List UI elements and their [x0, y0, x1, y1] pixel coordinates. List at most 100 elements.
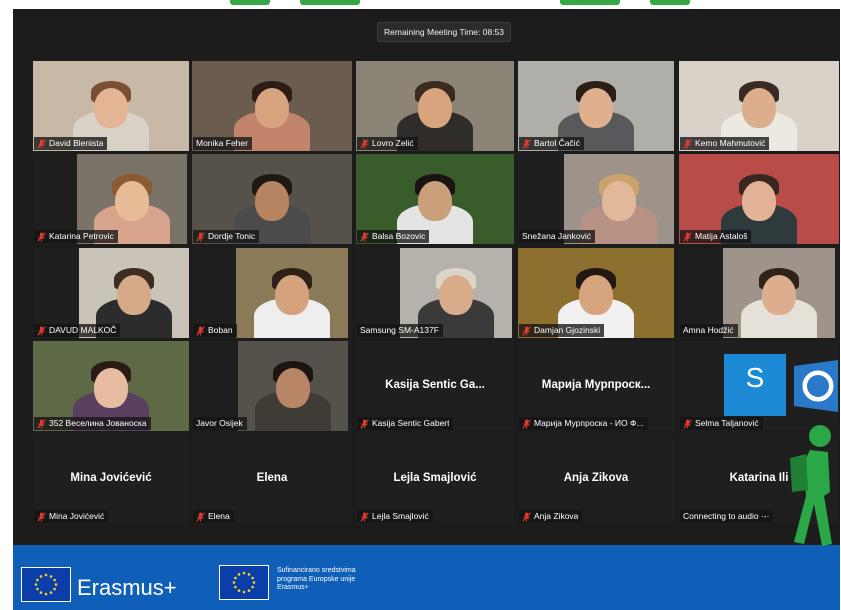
decoration-green [560, 0, 620, 5]
participant-name: 352 Веселина Јованоска [49, 418, 147, 428]
decoration-green [230, 0, 270, 5]
participant-tile[interactable]: Katarina Petrovic [33, 154, 189, 244]
participant-name-label: Matija Astaloš [680, 230, 752, 243]
participant-name: David Blenista [49, 138, 104, 148]
side-logo-letter: S [745, 362, 765, 393]
erasmus-plus-logo-text: Erasmus+ [77, 575, 177, 600]
participant-name: Lovro Zelić [372, 138, 414, 148]
participant-name: Kasija Sentic Gabert [372, 418, 450, 428]
participant-tile[interactable]: DAVUD MALKOČ [33, 248, 189, 338]
muted-microphone-icon [37, 138, 46, 149]
muted-microphone-icon [196, 325, 205, 336]
participant-name-label: Марија Мурпроска - ИО Ф... [519, 417, 648, 430]
participant-name: Javor Osijek [196, 418, 243, 428]
participant-name: Connecting to audio ·‑· [683, 511, 770, 521]
muted-microphone-icon [360, 231, 369, 242]
participant-tile[interactable]: Mina Jovićević Mina Jovićević [33, 434, 189, 524]
participant-tile[interactable]: Javor Osijek [192, 341, 352, 431]
hiking-club-emblem-icon [788, 358, 841, 414]
participant-tile[interactable]: Boban [192, 248, 352, 338]
participant-name: Snežana Janković [522, 231, 591, 241]
participant-name-label: Damjan Gjozinski [519, 324, 605, 337]
side-logo-square: S [724, 354, 786, 416]
participant-name: Katarina Petrovic [49, 231, 114, 241]
meeting-gallery-view: Remaining Meeting Time: 08:53 David Blen… [13, 9, 840, 545]
participant-display-name: Mina Jovićević [70, 472, 152, 484]
participant-tile[interactable]: Damjan Gjozinski [518, 248, 674, 338]
muted-microphone-icon [360, 418, 369, 429]
participant-tile[interactable]: Kemo Mahmutović [679, 61, 839, 151]
participant-display-name: Lejla Smajlović [393, 472, 477, 484]
participant-name-label: Connecting to audio ·‑· [680, 510, 774, 523]
participant-name: Boban [208, 325, 233, 335]
participant-name: Balsa Bozovic [372, 231, 426, 241]
cofunded-line: Sufinancirano sredstvima [277, 567, 356, 574]
erasmus-banner: Erasmus+ Sufinancirano sredstvima progra… [13, 545, 840, 610]
muted-microphone-icon [522, 418, 531, 429]
participant-name-label: Amna Hodžić [680, 324, 738, 337]
participant-name-label: Lejla Smajlović [357, 510, 433, 523]
participant-display-name: Марија Мурпроск... [541, 379, 651, 391]
participant-name-label: Kemo Mahmutović [680, 137, 770, 150]
participant-tile[interactable]: Dordje Tonic [192, 154, 352, 244]
participant-name: Bartol Čačić [534, 138, 580, 148]
participant-name-label: Anja Zikova [519, 510, 583, 523]
participant-display-name: Elena [256, 472, 288, 484]
participant-name-label: Boban [193, 324, 237, 337]
participant-tile[interactable]: Matija Astaloš [679, 154, 839, 244]
participant-tile[interactable]: Anja Zikova Anja Zikova [518, 434, 674, 524]
participant-tile[interactable]: David Blenista [33, 61, 189, 151]
participant-tile[interactable]: 352 Веселина Јованоска [33, 341, 189, 431]
muted-microphone-icon [37, 325, 46, 336]
participant-tile[interactable]: Kasija Sentic Ga... Kasija Sentic Gabert [356, 341, 514, 431]
participant-name: Amna Hodžić [683, 325, 734, 335]
participant-name-label: Monika Feher [193, 137, 252, 150]
muted-microphone-icon [522, 138, 531, 149]
participant-name-label: DAVUD MALKOČ [34, 324, 121, 337]
muted-microphone-icon [683, 418, 692, 429]
participant-tile[interactable]: Lovro Zelić [356, 61, 514, 151]
participant-name-label: 352 Веселина Јованоска [34, 417, 151, 430]
decoration-green [650, 0, 690, 5]
participant-tile[interactable]: Snežana Janković [518, 154, 674, 244]
participant-name-label: David Blenista [34, 137, 108, 150]
participant-name: Mina Jovićević [49, 511, 105, 521]
participant-name: Lejla Smajlović [372, 511, 429, 521]
participant-tile[interactable]: Elena Elena [192, 434, 352, 524]
participant-name-label: Javor Osijek [193, 417, 247, 430]
participant-name: Matija Astaloš [695, 231, 748, 241]
participant-tile[interactable]: Bartol Čačić [518, 61, 674, 151]
muted-microphone-icon [37, 231, 46, 242]
participant-name: Anja Zikova [534, 511, 579, 521]
participant-tile[interactable]: Lejla Smajlović Lejla Smajlović [356, 434, 514, 524]
participant-name: Dordje Tonic [208, 231, 256, 241]
muted-microphone-icon [683, 231, 692, 242]
participant-name-label: Selma Taljanović [680, 417, 763, 430]
muted-microphone-icon [683, 138, 692, 149]
muted-microphone-icon [522, 511, 531, 522]
eu-flag-icon [219, 565, 269, 600]
participant-display-name: Kasija Sentic Ga... [385, 379, 485, 391]
participant-tile[interactable]: Balsa Bozovic [356, 154, 514, 244]
participant-name-label: Bartol Čačić [519, 137, 584, 150]
participant-name-label: Dordje Tonic [193, 230, 260, 243]
green-hiker-icon [782, 418, 840, 548]
participant-tile[interactable]: Марија Мурпроск... Марија Мурпроска - ИО … [518, 341, 674, 431]
participant-tile[interactable]: Samsung SM-A137F [356, 248, 514, 338]
participant-name-label: Lovro Zelić [357, 137, 418, 150]
participant-tile[interactable]: Monika Feher [192, 61, 352, 151]
participant-name-label: Samsung SM-A137F [357, 324, 443, 337]
eu-flag-icon [21, 567, 71, 602]
participant-name: Monika Feher [196, 138, 248, 148]
participant-name: Damjan Gjozinski [534, 325, 601, 335]
participant-name-label: Mina Jovićević [34, 510, 109, 523]
cofunded-text: Sufinancirano sredstvima programa Europs… [277, 567, 356, 593]
participant-tile[interactable]: Amna Hodžić [679, 248, 839, 338]
muted-microphone-icon [522, 325, 531, 336]
muted-microphone-icon [196, 511, 205, 522]
muted-microphone-icon [360, 511, 369, 522]
participant-name: Samsung SM-A137F [360, 325, 439, 335]
participant-name-label: Katarina Petrovic [34, 230, 118, 243]
muted-microphone-icon [37, 511, 46, 522]
cofunded-line: Erasmus+ [277, 584, 309, 591]
